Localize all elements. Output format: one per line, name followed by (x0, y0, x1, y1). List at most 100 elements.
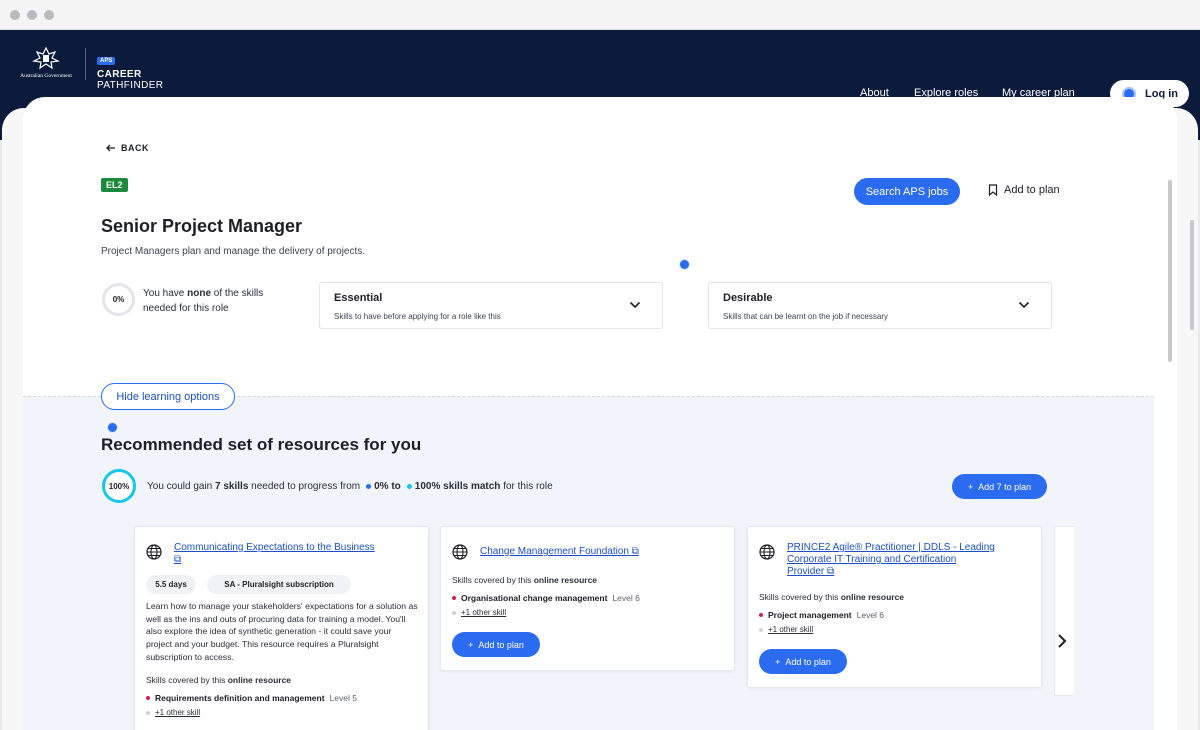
skill-item: Requirements definition and management Le… (146, 693, 357, 703)
resource-title-link[interactable]: Communicating Expectations to the Busine… (174, 542, 375, 566)
hide-learning-options-button[interactable]: Hide learning options (101, 383, 235, 410)
desirable-title: Desirable (723, 292, 773, 304)
other-skills-link[interactable]: +1 other skill (768, 625, 813, 634)
gain-to: 100% skills match (414, 481, 501, 492)
skill-dot (146, 696, 150, 700)
add-to-plan-label: Add to plan (1004, 184, 1060, 196)
other-skills: +1 other skill (146, 708, 200, 717)
resource-title-line1: PRINCE2 Agile® Practitioner | DDLS - Lea… (787, 542, 995, 553)
gain-ring: 100% (102, 469, 136, 503)
covered-bold: online resource (227, 675, 292, 685)
plus-icon: + (468, 639, 474, 650)
browser-chrome (0, 0, 1200, 30)
subscription-chip: SA - Pluralsight subscription (207, 575, 351, 594)
skill-name: Requirements definition and management (155, 693, 325, 703)
resource-card: Communicating Expectations to the Busine… (134, 526, 429, 730)
hotspot-dot[interactable] (679, 259, 690, 270)
essential-subtitle: Skills to have before applying for a rol… (334, 312, 501, 321)
globe-icon (759, 544, 775, 560)
other-skills-link[interactable]: +1 other skill (461, 608, 506, 617)
essential-title: Essential (334, 292, 383, 304)
header-divider (85, 48, 86, 80)
resource-description: Learn how to manage your stakeholders' e… (146, 601, 418, 662)
other-dot (146, 710, 150, 715)
add-all-to-plan-button[interactable]: + Add 7 to plan (952, 474, 1047, 499)
hotspot-dot[interactable] (107, 422, 118, 433)
gain-percent: 100% (108, 481, 130, 491)
other-dot (452, 610, 456, 615)
desirable-subtitle: Skills that can be learnt on the job if … (723, 312, 888, 321)
government-logo[interactable]: Australian Government (18, 46, 74, 86)
covered-pre: Skills covered by this (759, 592, 841, 602)
chevron-down-icon (1018, 301, 1030, 309)
brand-line1: CAREER (97, 69, 142, 80)
skill-name: Project management (768, 610, 852, 620)
window-close-dot[interactable] (10, 10, 20, 20)
resource-card: Change Management Foundation ⧉ Skills co… (440, 526, 735, 671)
desirable-accordion[interactable]: Desirable Skills that can be learnt on t… (708, 282, 1052, 329)
back-label: BACK (121, 143, 149, 153)
skill-level: Level 6 (612, 593, 640, 603)
duration-chip: 5.5 days (146, 575, 196, 594)
external-link-icon: ⧉ (631, 546, 639, 557)
other-skills: +1 other skill (452, 608, 506, 617)
add-to-plan-button[interactable]: + Add to plan (452, 632, 540, 657)
skills-covered-label: Skills covered by this online resource (452, 575, 597, 585)
chevron-down-icon (629, 301, 641, 309)
skill-name: Organisational change management (461, 593, 608, 603)
globe-icon (146, 544, 162, 560)
window-maximize-dot[interactable] (44, 10, 54, 20)
external-link-icon: ⧉ (174, 554, 182, 565)
gain-text: You could gain 7 skills needed to progre… (147, 481, 553, 492)
gain-bold: 7 skills (215, 481, 249, 492)
career-pathfinder-logo[interactable]: APS CAREER PATHFINDER (97, 49, 163, 91)
brand-line2: PATHFINDER (97, 80, 164, 91)
resource-title: Communicating Expectations to the Busine… (174, 542, 375, 553)
skills-covered-label: Skills covered by this online resource (759, 592, 904, 602)
arrow-left-icon (106, 144, 115, 152)
back-link[interactable]: BACK (106, 143, 149, 153)
resource-title-link[interactable]: Change Management Foundation ⧉ (480, 546, 639, 558)
resource-title-link[interactable]: PRINCE2 Agile® Practitioner | DDLS - Lea… (787, 542, 995, 578)
other-dot (759, 627, 763, 632)
skill-text-bold: none (187, 288, 212, 299)
bookmark-icon (988, 184, 998, 196)
essential-accordion[interactable]: Essential Skills to have before applying… (319, 282, 663, 329)
card-scrollbar[interactable] (1168, 180, 1172, 362)
globe-icon (452, 544, 468, 560)
skill-match-percent: 0% (112, 295, 125, 304)
to-dot (406, 484, 412, 489)
covered-pre: Skills covered by this (452, 575, 534, 585)
skill-match-text: You have none of the skills needed for t… (143, 286, 293, 316)
skill-level: Level 6 (856, 610, 885, 620)
covered-pre: Skills covered by this (146, 675, 228, 685)
skill-match-ring: 0% (102, 283, 135, 316)
page-scrollbar[interactable] (1190, 220, 1194, 330)
resource-title-line2: Corporate IT Training and Certification (787, 554, 957, 565)
gain-from: 0% to (374, 481, 401, 492)
role-subtitle: Project Managers plan and manage the del… (101, 246, 366, 257)
skill-dot (759, 613, 763, 617)
resource-title-line3: Provider (787, 566, 825, 577)
add-to-plan-button[interactable]: Add to plan (988, 184, 1060, 196)
aps-badge: APS (97, 57, 116, 65)
other-skills: +1 other skill (759, 625, 813, 634)
skill-dot (452, 596, 456, 600)
gain-mid: needed to progress from (251, 481, 361, 492)
covered-bold: online resource (533, 575, 598, 585)
from-dot (366, 484, 372, 489)
gain-pre: You could gain (147, 481, 213, 492)
covered-bold: online resource (840, 592, 905, 602)
search-aps-jobs-button[interactable]: Search APS jobs (854, 178, 960, 205)
resource-card: PRINCE2 Agile® Practitioner | DDLS - Lea… (747, 526, 1042, 688)
external-link-icon: ⧉ (827, 566, 835, 577)
carousel-next-button[interactable] (1057, 633, 1067, 654)
add-to-plan-label: Add to plan (785, 656, 831, 667)
plus-icon: + (775, 656, 781, 667)
crest-icon (32, 46, 60, 70)
gain-post: for this role (503, 481, 553, 492)
add-to-plan-button[interactable]: + Add to plan (759, 649, 847, 674)
skill-item: Organisational change management Level 6 (452, 593, 640, 603)
window-minimize-dot[interactable] (27, 10, 37, 20)
other-skills-link[interactable]: +1 other skill (155, 708, 200, 717)
